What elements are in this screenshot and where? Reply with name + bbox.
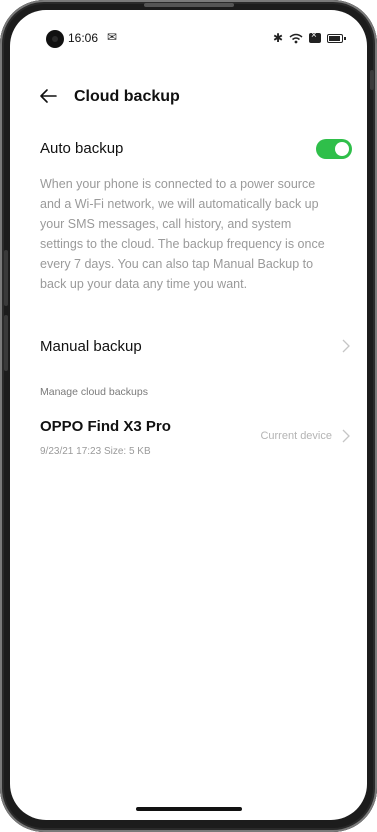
auto-backup-description: When your phone is connected to a power …: [40, 177, 325, 291]
auto-backup-label: Auto backup: [40, 140, 124, 157]
volume-up-button: [4, 250, 8, 306]
sim-icon: [309, 30, 321, 43]
page-header: Cloud backup: [10, 80, 367, 116]
auto-backup-row: Auto backup: [40, 132, 352, 164]
device-backup-meta: 9/23/21 17:23 Size: 5 KB: [40, 446, 151, 457]
auto-backup-toggle[interactable]: [316, 139, 352, 159]
status-bar: 16:06 ✉ ✱: [10, 10, 367, 54]
phone-frame: 16:06 ✉ ✱ Cloud: [0, 0, 377, 832]
mail-icon: ✉: [107, 30, 118, 44]
manual-backup-label: Manual backup: [40, 338, 142, 355]
screen: 16:06 ✉ ✱ Cloud: [10, 10, 367, 820]
bluetooth-icon: ✱: [272, 31, 283, 45]
status-time: 16:06: [68, 31, 99, 45]
chevron-right-icon: [342, 429, 350, 443]
front-camera: [46, 30, 64, 48]
system-icons: ✱: [272, 30, 346, 45]
toggle-knob: [335, 142, 349, 156]
section-title: Manage cloud backups: [40, 386, 148, 398]
wifi-icon: [289, 33, 303, 44]
device-name: OPPO Find X3 Pro: [40, 418, 171, 435]
chevron-right-icon: [342, 339, 350, 353]
home-indicator[interactable]: [136, 807, 242, 811]
arrow-left-icon[interactable]: [38, 86, 58, 106]
battery-icon: [327, 33, 346, 43]
page-title: Cloud backup: [74, 88, 180, 105]
current-device-tag: Current device: [260, 430, 332, 442]
speaker-grille: [144, 3, 234, 7]
manual-backup-row[interactable]: Manual backup: [40, 330, 352, 366]
volume-down-button: [4, 315, 8, 371]
power-button: [370, 70, 374, 90]
device-backup-row[interactable]: OPPO Find X3 Pro 9/23/21 17:23 Size: 5 K…: [40, 414, 352, 466]
